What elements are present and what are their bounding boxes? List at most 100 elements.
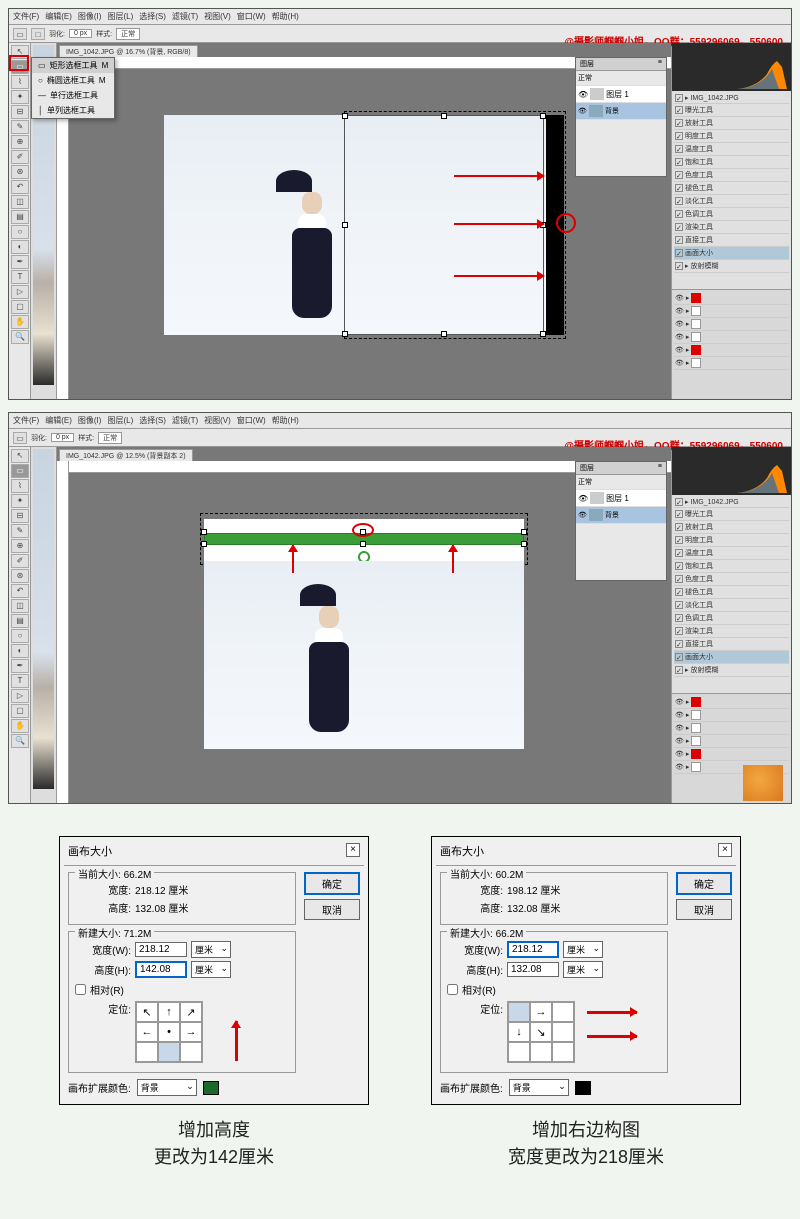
blend-mode[interactable]: 正常 <box>578 73 592 83</box>
zoom-tool[interactable]: 🔍 <box>11 330 29 344</box>
layers-panel[interactable]: 图层≡ 正常 👁图层 1 👁背景 <box>575 461 667 581</box>
anchor-grid[interactable]: ↖↑↗ ←•→ <box>135 1001 203 1063</box>
ok-button[interactable]: 确定 <box>304 872 360 895</box>
ext-color-select[interactable]: 背景 <box>137 1079 197 1096</box>
actions-panel[interactable]: ✓▸ IMG_1042.JPG ✓曝光工具 ✓放射工具 ✓明度工具 ✓温度工具 … <box>672 91 791 289</box>
row-marquee[interactable]: —单行选框工具 <box>32 88 114 103</box>
relative-checkbox[interactable] <box>447 984 458 995</box>
dodge-tool[interactable]: ◐ <box>11 240 29 254</box>
transform-handle[interactable] <box>360 541 366 547</box>
height-unit[interactable]: 厘米 <box>563 961 603 978</box>
width-input[interactable]: 218.12 <box>507 941 559 958</box>
mode-icon[interactable]: □ <box>31 28 45 40</box>
close-button[interactable]: × <box>346 843 360 857</box>
anchor-bottom-center[interactable] <box>158 1042 180 1062</box>
menu-help[interactable]: 帮助(H) <box>272 11 299 22</box>
layer-bg[interactable]: 背景 <box>605 106 619 116</box>
marquee-flyout[interactable]: ▭矩形选框工具M ○椭圆选框工具M —单行选框工具 │单列选框工具 <box>31 57 115 119</box>
panel-menu-icon[interactable]: ≡ <box>658 59 662 69</box>
height-input[interactable]: 132.08 <box>507 962 559 977</box>
action-item[interactable]: ✓曝光工具 <box>674 104 789 117</box>
crop-tool[interactable]: ⊟ <box>11 105 29 119</box>
height-input[interactable]: 142.08 <box>135 961 187 978</box>
wand-tool[interactable]: ✦ <box>11 90 29 104</box>
cancel-button[interactable]: 取消 <box>304 899 360 920</box>
ext-color-select[interactable]: 背景 <box>509 1079 569 1096</box>
action-item[interactable]: ✓色调工具 <box>674 208 789 221</box>
transform-handle[interactable] <box>521 541 527 547</box>
eraser-tool[interactable]: ◫ <box>11 195 29 209</box>
menu-view[interactable]: 视图(V) <box>204 11 231 22</box>
toolbox[interactable]: ↖ ▭ ⌇ ✦ ⊟ ✎ ⊕ ✐ ⊛ ↶ ◫ ▤ ○ ◐ ✒ T ▷ ▢ ✋ 🔍 … <box>9 43 31 399</box>
heal-tool[interactable]: ⊕ <box>11 135 29 149</box>
close-button[interactable]: × <box>718 843 732 857</box>
brush-tool[interactable]: ✐ <box>11 150 29 164</box>
canvas[interactable] <box>164 115 564 335</box>
layer-1[interactable]: 图层 1 <box>606 89 629 100</box>
actions-panel[interactable]: ✓▸ IMG_1042.JPG ✓曝光工具 ✓放射工具 ✓明度工具 ✓温度工具 … <box>672 495 791 693</box>
menubar[interactable]: 文件(F)编辑(E)图像(I)图层(L)选择(S)滤镜(T)视图(V)窗口(W)… <box>9 413 791 429</box>
eyedropper-tool[interactable]: ✎ <box>11 120 29 134</box>
cancel-button[interactable]: 取消 <box>676 899 732 920</box>
menu-edit[interactable]: 编辑(E) <box>45 11 72 22</box>
action-item-sel[interactable]: ✓画面大小 <box>674 247 789 260</box>
layers-panel[interactable]: 图层≡ 正常 👁图层 1 👁背景 <box>575 57 667 177</box>
ok-button[interactable]: 确定 <box>676 872 732 895</box>
width-unit[interactable]: 厘米 <box>191 941 231 958</box>
path-tool[interactable]: ▷ <box>11 285 29 299</box>
action-item[interactable]: ✓温度工具 <box>674 143 789 156</box>
pen-tool[interactable]: ✒ <box>11 255 29 269</box>
menu-filter[interactable]: 滤镜(T) <box>172 11 198 22</box>
action-item[interactable]: ✓渲染工具 <box>674 221 789 234</box>
layers-title: 图层 <box>580 59 594 69</box>
canvas[interactable] <box>204 519 524 749</box>
menu-file[interactable]: 文件(F) <box>13 11 39 22</box>
ext-color-swatch[interactable] <box>575 1081 591 1095</box>
action-item[interactable]: ✓直接工具 <box>674 234 789 247</box>
marquee-icon[interactable]: ▭ <box>13 28 27 40</box>
ext-color-swatch[interactable] <box>203 1081 219 1095</box>
hand-tool[interactable]: ✋ <box>11 315 29 329</box>
menu-layer[interactable]: 图层(L) <box>107 11 133 22</box>
transform-handle[interactable] <box>201 529 207 535</box>
col-marquee[interactable]: │单列选框工具 <box>32 103 114 118</box>
height-unit[interactable]: 厘米 <box>191 961 231 978</box>
relative-checkbox[interactable] <box>75 984 86 995</box>
menu-window[interactable]: 窗口(W) <box>237 11 266 22</box>
marquee-tool[interactable]: ▭ <box>11 60 29 74</box>
width-input[interactable]: 218.12 <box>135 942 187 957</box>
menu-image[interactable]: 图像(I) <box>78 11 102 22</box>
width-unit[interactable]: 厘米 <box>563 941 603 958</box>
stamp-tool[interactable]: ⊛ <box>11 165 29 179</box>
mini-layers[interactable]: 👁▸ 👁▸ 👁▸ 👁▸ 👁▸ 👁▸ <box>672 289 791 399</box>
navigator-strip <box>31 447 57 803</box>
action-item[interactable]: ✓▸ 放射模糊 <box>674 260 789 273</box>
type-tool[interactable]: T <box>11 270 29 284</box>
blur-tool[interactable]: ○ <box>11 225 29 239</box>
feather-input[interactable]: 0 px <box>69 29 92 38</box>
gradient-tool[interactable]: ▤ <box>11 210 29 224</box>
panel-menu-icon[interactable]: ≡ <box>658 463 662 473</box>
style-select[interactable]: 正常 <box>116 28 140 40</box>
rect-marquee[interactable]: ▭矩形选框工具M <box>32 58 114 73</box>
action-item[interactable]: ✓淡化工具 <box>674 195 789 208</box>
anchor-top-left[interactable] <box>508 1002 530 1022</box>
lasso-tool[interactable]: ⌇ <box>11 75 29 89</box>
action-item[interactable]: ✓放射工具 <box>674 117 789 130</box>
action-item[interactable]: ✓▸ IMG_1042.JPG <box>674 93 789 104</box>
ellipse-marquee[interactable]: ○椭圆选框工具M <box>32 73 114 88</box>
move-tool[interactable]: ↖ <box>11 45 29 59</box>
action-item[interactable]: ✓明度工具 <box>674 130 789 143</box>
shape-tool[interactable]: ▢ <box>11 300 29 314</box>
menu-select[interactable]: 选择(S) <box>139 11 166 22</box>
transform-handle[interactable] <box>521 529 527 535</box>
history-tool[interactable]: ↶ <box>11 180 29 194</box>
transform-handle[interactable] <box>201 541 207 547</box>
menubar[interactable]: 文件(F) 编辑(E) 图像(I) 图层(L) 选择(S) 滤镜(T) 视图(V… <box>9 9 791 25</box>
toolbox[interactable]: ↖▭ ⌇✦ ⊟✎ ⊕✐ ⊛↶ ◫▤ ○◐ ✒T ▷▢ ✋🔍 <box>9 447 31 803</box>
marquee-icon[interactable]: ▭ <box>13 432 27 444</box>
action-item[interactable]: ✓褪色工具 <box>674 182 789 195</box>
action-item[interactable]: ✓色度工具 <box>674 169 789 182</box>
action-item[interactable]: ✓饱和工具 <box>674 156 789 169</box>
anchor-grid[interactable]: → ↓↘ <box>507 1001 575 1063</box>
